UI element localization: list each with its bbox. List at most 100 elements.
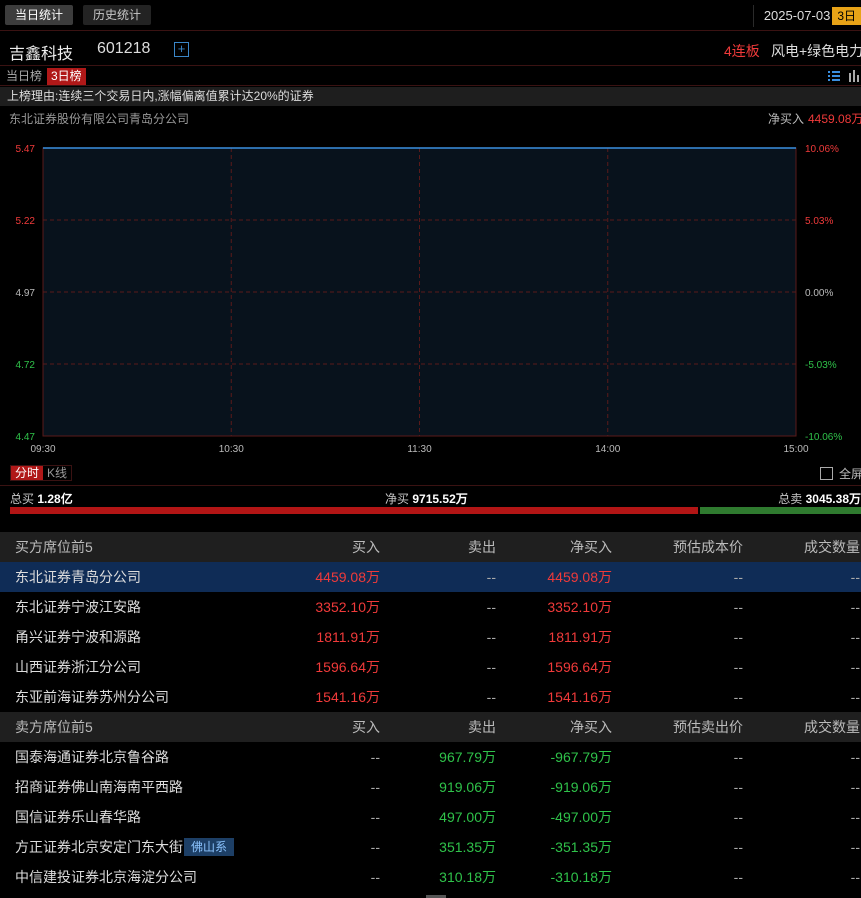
net-buy-amount: -497.00万: [550, 809, 612, 825]
y-tick-label-left: 4.47: [16, 432, 36, 443]
buy-header-price[interactable]: 预估成本价: [673, 532, 743, 562]
y-tick-label-left: 5.47: [16, 144, 36, 155]
buy-table-row[interactable]: 山西证券浙江分公司 1596.64万 -- 1596.64万 -- --: [0, 652, 861, 682]
seat-name-text: 国泰海通证券北京鲁谷路: [15, 749, 169, 765]
trade-volume: --: [850, 869, 860, 885]
sell-ratio-fill: [700, 507, 861, 514]
estimated-price: --: [733, 689, 743, 705]
seat-name-text: 山西证券浙江分公司: [15, 659, 141, 675]
seat-name-text: 方正证券北京安定门东大街: [15, 839, 183, 855]
sell-header-net[interactable]: 净买入: [570, 712, 612, 742]
concept-tags[interactable]: 风电+绿色电力: [771, 41, 861, 61]
total-sell: 总卖 3045.38万: [778, 492, 861, 506]
limit-up-streak: 4连板: [724, 43, 760, 59]
sell-table-header: 卖方席位前5 买入 卖出 净买入 预估卖出价 成交数量: [0, 712, 861, 742]
estimated-price: --: [733, 749, 743, 765]
total-buy: 总买 1.28亿: [10, 492, 73, 506]
trade-volume: --: [850, 809, 860, 825]
buy-header-qty[interactable]: 成交数量: [804, 532, 860, 562]
add-watchlist-button[interactable]: +: [174, 42, 189, 57]
list-view-icon[interactable]: [827, 69, 841, 83]
date-selector[interactable]: 2025-07-03 3日: [752, 5, 861, 27]
sell-amount: --: [486, 659, 496, 675]
trade-volume: --: [850, 569, 860, 585]
sell-header-qty[interactable]: 成交数量: [804, 712, 860, 742]
seat-name[interactable]: 东北证券宁波江安路: [15, 592, 141, 622]
seat-name[interactable]: 东北证券青岛分公司: [15, 562, 141, 592]
intraday-chart[interactable]: 5.47 10.06% 5.22 5.03% 4.97 0.00% 4.72 -5.03% 4.…: [0, 130, 861, 460]
sell-amount: --: [486, 599, 496, 615]
net-buy-amount: -919.06万: [550, 779, 612, 795]
sell-table-row[interactable]: 国信证券乐山春华路 -- 497.00万 -497.00万 -- --: [0, 802, 861, 832]
tab-3day-rank[interactable]: 3日榜: [47, 68, 86, 85]
buy-table-row[interactable]: 东北证券宁波江安路 3352.10万 -- 3352.10万 -- --: [0, 592, 861, 622]
seat-name[interactable]: 山西证券浙江分公司: [15, 652, 141, 682]
y-tick-label-right: 0.00%: [805, 288, 833, 299]
trade-volume: --: [850, 839, 860, 855]
seat-name[interactable]: 国泰海通证券北京鲁谷路: [15, 742, 169, 772]
buy-table-row[interactable]: 甬兴证券宁波和源路 1811.91万 -- 1811.91万 -- --: [0, 622, 861, 652]
seat-name-text: 招商证券佛山南海南平西路: [15, 779, 183, 795]
sell-header-seat: 卖方席位前5: [15, 719, 93, 735]
seat-group-tag[interactable]: 佛山系: [184, 838, 235, 856]
buy-header-seat: 买方席位前5: [15, 539, 93, 555]
x-tick-label: 09:30: [30, 444, 55, 455]
estimated-price: --: [733, 839, 743, 855]
sell-amount: --: [486, 569, 496, 585]
sell-header-price[interactable]: 预估卖出价: [673, 712, 743, 742]
buy-amount: 1541.16万: [315, 689, 380, 705]
y-tick-label-left: 4.72: [16, 360, 36, 371]
seat-name[interactable]: 中信建投证券北京海淀分公司: [15, 862, 197, 892]
buy-table-row[interactable]: 东北证券青岛分公司 4459.08万 -- 4459.08万 -- --: [0, 562, 861, 592]
stock-name[interactable]: 吉鑫科技: [9, 40, 73, 64]
chart-net-buy-value: 4459.08万: [808, 112, 861, 126]
seat-name[interactable]: 方正证券北京安定门东大街 佛山系: [15, 832, 235, 862]
seat-name[interactable]: 招商证券佛山南海南平西路: [15, 772, 183, 802]
trade-volume: --: [850, 749, 860, 765]
y-tick-label-left: 5.22: [16, 216, 36, 227]
sell-header-buy[interactable]: 买入: [352, 712, 380, 742]
x-tick-label: 14:00: [595, 444, 620, 455]
seat-name[interactable]: 甬兴证券宁波和源路: [15, 622, 141, 652]
date-range-badge[interactable]: 3日: [832, 7, 861, 25]
trade-summary: 总买 1.28亿 净买 9715.52万 总卖 3045.38万: [0, 485, 861, 507]
estimated-price: --: [733, 809, 743, 825]
tab-kline[interactable]: K线: [43, 466, 71, 480]
bar-view-icon[interactable]: [847, 69, 861, 83]
sell-table-row[interactable]: 方正证券北京安定门东大街 佛山系 -- 351.35万 -351.35万 -- --: [0, 832, 861, 862]
y-tick-label-right: 5.03%: [805, 216, 833, 227]
estimated-price: --: [733, 869, 743, 885]
sell-table-row[interactable]: 国泰海通证券北京鲁谷路 -- 967.79万 -967.79万 -- --: [0, 742, 861, 772]
chart-net-buy-label: 净买入: [768, 112, 805, 126]
seat-tables: 买方席位前5 买入 卖出 净买入 预估成本价 成交数量 东北证券青岛分公司 4459.08万 -…: [0, 532, 861, 892]
sell-table-row[interactable]: 招商证券佛山南海南平西路 -- 919.06万 -919.06万 -- --: [0, 772, 861, 802]
net-buy-amount: 1811.91万: [548, 629, 612, 645]
net-buy-amount: -967.79万: [550, 749, 612, 765]
tab-daily-rank[interactable]: 当日榜: [2, 68, 46, 85]
stock-code: 601218: [97, 40, 151, 57]
sell-table-row[interactable]: 中信建投证券北京海淀分公司 -- 310.18万 -310.18万 -- --: [0, 862, 861, 892]
tab-daily-stats[interactable]: 当日统计: [5, 5, 74, 25]
date-value: 2025-07-03: [763, 8, 831, 23]
tab-history-stats[interactable]: 历史统计: [83, 5, 152, 25]
buy-header-sell[interactable]: 卖出: [468, 532, 496, 562]
seat-name[interactable]: 东亚前海证券苏州分公司: [15, 682, 169, 712]
x-tick-label: 10:30: [219, 444, 244, 455]
estimated-price: --: [733, 779, 743, 795]
seat-name-text: 东亚前海证券苏州分公司: [15, 689, 169, 705]
tab-intraday[interactable]: 分时: [11, 466, 44, 480]
seat-name[interactable]: 国信证券乐山春华路: [15, 802, 141, 832]
estimated-price: --: [733, 659, 743, 675]
y-tick-label-left: 4.97: [16, 288, 36, 299]
buy-amount: --: [370, 779, 380, 795]
buy-header-buy[interactable]: 买入: [352, 532, 380, 562]
fullscreen-button[interactable]: 全屏: [820, 465, 861, 482]
sell-amount: --: [486, 689, 496, 705]
buy-table-row[interactable]: 东亚前海证券苏州分公司 1541.16万 -- 1541.16万 -- --: [0, 682, 861, 712]
buy-amount: 3352.10万: [315, 599, 380, 615]
buy-amount: 1811.91万: [316, 629, 380, 645]
y-tick-label-right: -5.03%: [805, 360, 837, 371]
buy-header-net[interactable]: 净买入: [570, 532, 612, 562]
net-buy-amount: 3352.10万: [547, 599, 612, 615]
sell-header-sell[interactable]: 卖出: [468, 712, 496, 742]
